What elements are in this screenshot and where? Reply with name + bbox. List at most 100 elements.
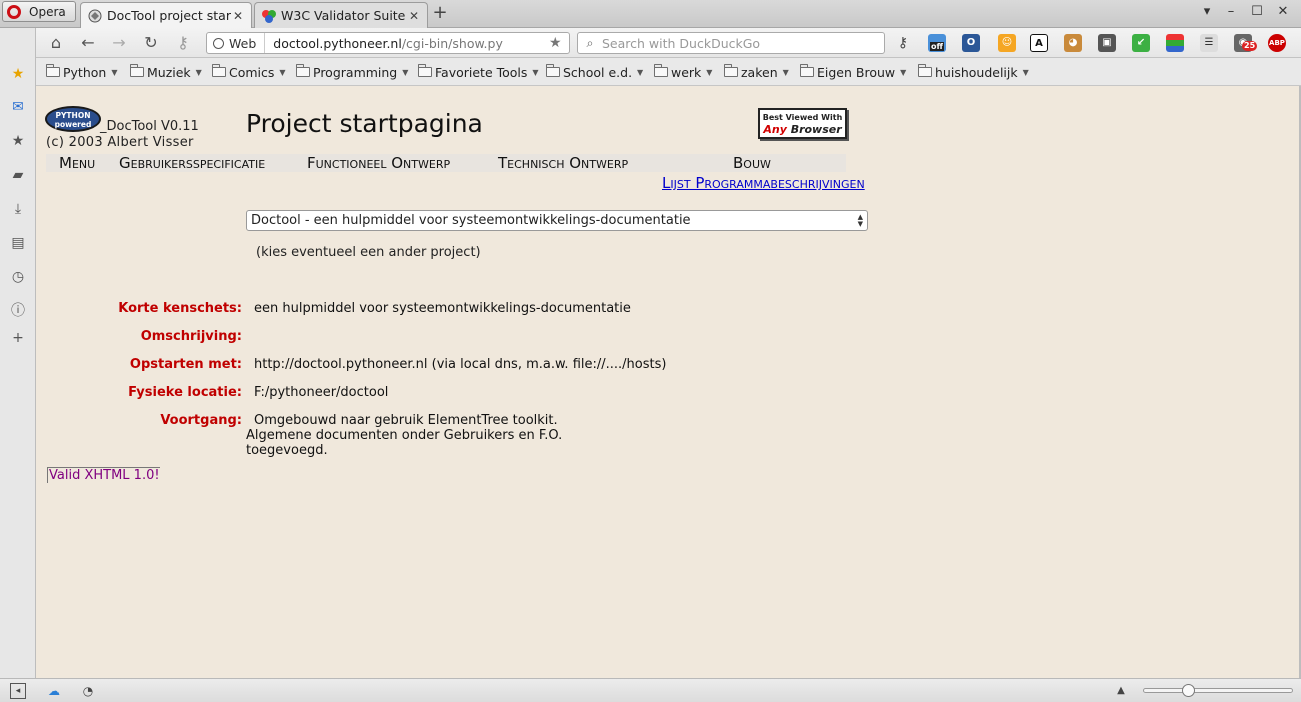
side-panel: ★ ✉ ★ ▰ ⤓ ▤ ◷ ⓘ +	[0, 28, 36, 678]
minimize-icon[interactable]: –	[1220, 4, 1242, 22]
new-tab-button[interactable]: +	[430, 4, 450, 24]
turbo-gauge-icon[interactable]: ◔	[80, 683, 96, 699]
javascript-off-extension-icon[interactable]: off	[928, 34, 946, 52]
reader-extension-icon[interactable]: ☰	[1200, 34, 1218, 52]
home-icon[interactable]: ⌂	[44, 32, 68, 54]
w3c-favicon-icon	[261, 8, 277, 24]
bookmark-label: School e.d.	[563, 64, 633, 80]
close-window-icon[interactable]: ✕	[1272, 4, 1294, 22]
url-domain: doctool.pythoneer.nl	[273, 35, 402, 51]
downloads-icon[interactable]: ⤓	[10, 201, 26, 217]
menu-link-functioneel-ontwerp[interactable]: Functioneel Ontwerp	[307, 154, 450, 172]
bookmark-folder-huishoudelijk[interactable]: huishoudelijk ▼	[918, 64, 1029, 80]
any-browser-line2: Any Browser	[760, 123, 845, 136]
tab-title: DocTool project start	[107, 8, 231, 23]
forward-icon[interactable]: →	[107, 32, 131, 54]
valid-xhtml-link[interactable]: Valid XHTML 1.0!	[47, 467, 160, 483]
site-badge-label: Web	[229, 35, 257, 51]
menu-link-gebruikersspecificatie[interactable]: Gebruikersspecificatie	[119, 154, 265, 172]
arrow-extension-icon[interactable]: ↙	[1132, 34, 1150, 52]
url-path: /cgi-bin/show.py	[401, 35, 503, 51]
label-fysieke-locatie: Fysieke locatie:	[128, 385, 242, 400]
add-panel-icon[interactable]: +	[10, 330, 26, 346]
project-select-value: Doctool - een hulpmiddel voor systeemont…	[251, 213, 691, 228]
site-badge[interactable]: Web	[207, 33, 266, 53]
maximize-icon[interactable]: ☐	[1246, 4, 1268, 22]
bookmarks-bar: Python ▼ Muziek ▼ Comics ▼ Programming ▼ Fav…	[36, 58, 1301, 86]
notes-icon[interactable]: ▰	[10, 167, 26, 183]
palette-extension-icon[interactable]: ◕	[1064, 34, 1082, 52]
info-icon[interactable]: ⓘ	[10, 303, 26, 319]
bookmark-folder-eigen-brouw[interactable]: Eigen Brouw ▼	[800, 64, 906, 80]
copyright: (c) 2003 Albert Visser	[46, 135, 194, 150]
panel-toggle-icon[interactable]: ◂	[10, 683, 26, 699]
project-select[interactable]: Doctool - een hulpmiddel voor systeemont…	[246, 210, 868, 231]
bookmark-folder-python[interactable]: Python ▼	[46, 64, 118, 80]
bookmarks-star-icon[interactable]: ★	[10, 66, 26, 82]
label-korte-kenschets: Korte kenschets:	[118, 301, 242, 316]
search-field[interactable]: ⌕ Search with DuckDuckGo	[577, 32, 885, 54]
adblock-plus-icon[interactable]: ABP	[1268, 34, 1286, 52]
folder-icon	[418, 64, 432, 77]
tab-title: W3C Validator Suite	[281, 8, 406, 23]
camera-extension-icon[interactable]: ◉25	[1234, 34, 1258, 52]
off-badge: off	[930, 42, 944, 51]
tab-close-icon[interactable]: ✕	[231, 9, 245, 23]
menu-link-bouw[interactable]: Bouw	[733, 154, 771, 172]
page-title: Project startpagina	[246, 109, 483, 138]
bookmark-folder-comics[interactable]: Comics ▼	[212, 64, 286, 80]
python-powered-logo: PYTHON powered	[45, 106, 101, 132]
opera-extension-icon[interactable]: O	[962, 34, 980, 52]
reload-icon[interactable]: ↻	[139, 32, 163, 54]
menu-link-menu[interactable]: Menu	[59, 154, 95, 172]
any-browser-line1: Best Viewed With	[762, 113, 843, 122]
bookmark-folder-zaken[interactable]: zaken ▼	[724, 64, 789, 80]
bookmark-label: Muziek	[147, 64, 191, 80]
tab-strip: Opera DocTool project start ✕ W3C Valida…	[0, 0, 1301, 28]
value-fysieke-locatie: F:/pythoneer/doctool	[254, 385, 389, 400]
font-extension-icon[interactable]: A	[1030, 34, 1048, 52]
bookmark-folder-werk[interactable]: werk ▼	[654, 64, 712, 80]
tab-w3c-validator[interactable]: W3C Validator Suite ✕	[254, 2, 428, 28]
bars-extension-icon[interactable]	[1166, 34, 1184, 52]
label-voortgang: Voortgang:	[160, 413, 242, 428]
chevron-down-icon: ▼	[532, 67, 539, 77]
bookmarks-icon[interactable]: ★	[10, 133, 26, 149]
mail-icon[interactable]: ✉	[10, 99, 26, 115]
chevron-down-icon: ▼	[111, 67, 118, 77]
back-icon[interactable]: ←	[76, 32, 100, 54]
tab-close-icon[interactable]: ✕	[407, 9, 421, 23]
folder-icon	[130, 64, 144, 77]
folder-icon	[212, 64, 226, 77]
bookmark-folder-muziek[interactable]: Muziek ▼	[130, 64, 202, 80]
chevron-down-icon: ▼	[706, 67, 713, 77]
menu-link-technisch-ontwerp[interactable]: Technisch Ontwerp	[498, 154, 628, 172]
url-field[interactable]: Web doctool.pythoneer.nl/cgi-bin/show.py…	[206, 32, 570, 54]
toolbox-extension-icon[interactable]: ▣	[1098, 34, 1116, 52]
wand-key-icon[interactable]: ⚷	[171, 32, 195, 54]
tab-doctool[interactable]: DocTool project start ✕	[80, 2, 252, 28]
tab-menu-icon[interactable]: ▾	[1196, 4, 1218, 22]
zoom-slider[interactable]	[1143, 684, 1293, 697]
opera-menu-button[interactable]: Opera	[2, 1, 76, 22]
bookmark-label: zaken	[741, 64, 778, 80]
history-icon[interactable]: ◷	[10, 269, 26, 285]
bookmark-folder-school[interactable]: School e.d. ▼	[546, 64, 643, 80]
doctool-favicon-icon	[87, 8, 103, 24]
any-browser-badge: Best Viewed With Any Browser	[758, 108, 847, 139]
link-lijst-programmabeschrijvingen[interactable]: Lijst Programmabeschrijvingen	[662, 174, 865, 192]
opera-menu-label: Opera	[29, 4, 66, 19]
key-icon[interactable]: ⚷	[894, 34, 912, 52]
bookmark-folder-favoriete-tools[interactable]: Favoriete Tools ▼	[418, 64, 539, 80]
zoom-up-icon[interactable]: ▲	[1113, 683, 1129, 699]
bookmark-star-icon[interactable]: ★	[549, 35, 569, 51]
cloud-sync-icon[interactable]: ☁	[46, 683, 62, 699]
search-icon: ⌕	[586, 35, 594, 50]
bookmark-folder-programming[interactable]: Programming ▼	[296, 64, 408, 80]
url-text[interactable]: doctool.pythoneer.nl/cgi-bin/show.py	[265, 36, 549, 51]
windows-icon[interactable]: ▤	[10, 235, 26, 251]
zoom-slider-knob[interactable]	[1181, 684, 1195, 697]
select-arrows-icon: ▲ ▼	[857, 212, 863, 228]
chevron-down-icon: ▼	[782, 67, 789, 77]
ghost-extension-icon[interactable]: ☺	[998, 34, 1016, 52]
